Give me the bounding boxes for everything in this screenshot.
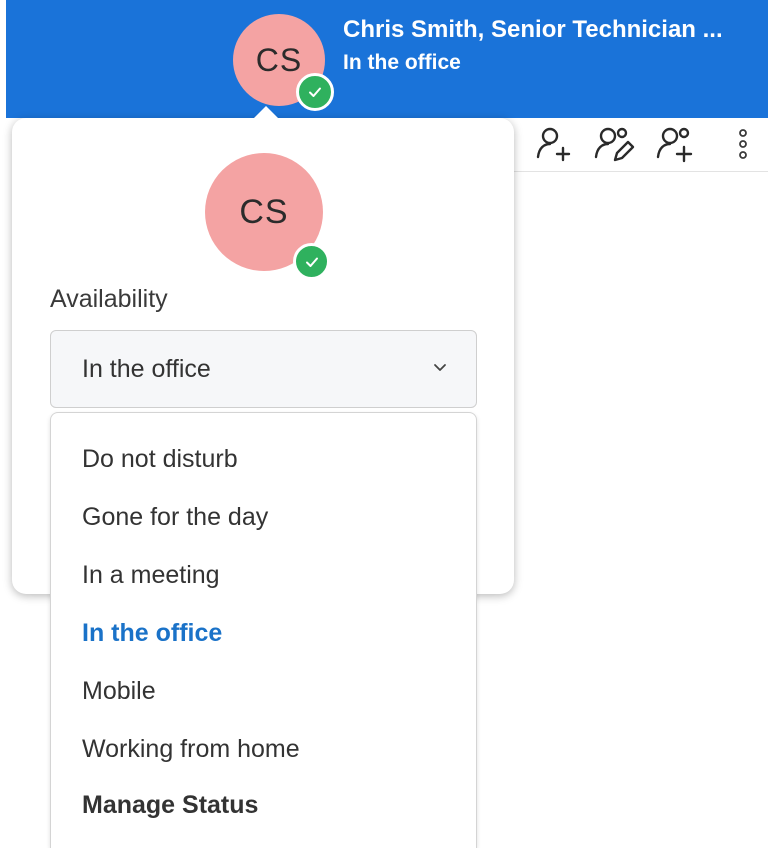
select-value: In the office xyxy=(82,355,211,383)
avatar-initials: CS xyxy=(239,192,289,231)
user-name[interactable]: Chris Smith, Senior Technician ... xyxy=(343,16,763,44)
option-do-not-disturb[interactable]: Do not disturb xyxy=(82,445,238,474)
edit-people-icon[interactable] xyxy=(591,122,637,166)
availability-options-list: Do not disturb Gone for the day In a mee… xyxy=(50,412,477,848)
availability-label: Availability xyxy=(50,285,168,313)
option-in-a-meeting[interactable]: In a meeting xyxy=(82,561,220,590)
avatar-initials: CS xyxy=(255,41,303,78)
availability-select[interactable]: In the office xyxy=(50,330,477,408)
option-in-the-office[interactable]: In the office xyxy=(82,619,222,648)
check-circle-icon xyxy=(296,73,334,111)
option-working-from-home[interactable]: Working from home xyxy=(82,735,300,764)
add-person-icon[interactable] xyxy=(530,122,576,166)
manage-status-link[interactable]: Manage Status xyxy=(82,791,258,820)
option-gone-for-the-day[interactable]: Gone for the day xyxy=(82,503,268,532)
more-vertical-icon[interactable] xyxy=(720,122,766,166)
toolbar-divider xyxy=(514,171,768,172)
chevron-down-icon xyxy=(432,361,448,379)
add-group-icon[interactable] xyxy=(653,122,699,166)
header-bar: CS Chris Smith, Senior Technician ... In… xyxy=(6,0,768,118)
popover-caret xyxy=(254,106,278,118)
option-mobile[interactable]: Mobile xyxy=(82,677,156,706)
user-status[interactable]: In the office xyxy=(343,51,461,75)
check-circle-icon xyxy=(293,243,330,280)
